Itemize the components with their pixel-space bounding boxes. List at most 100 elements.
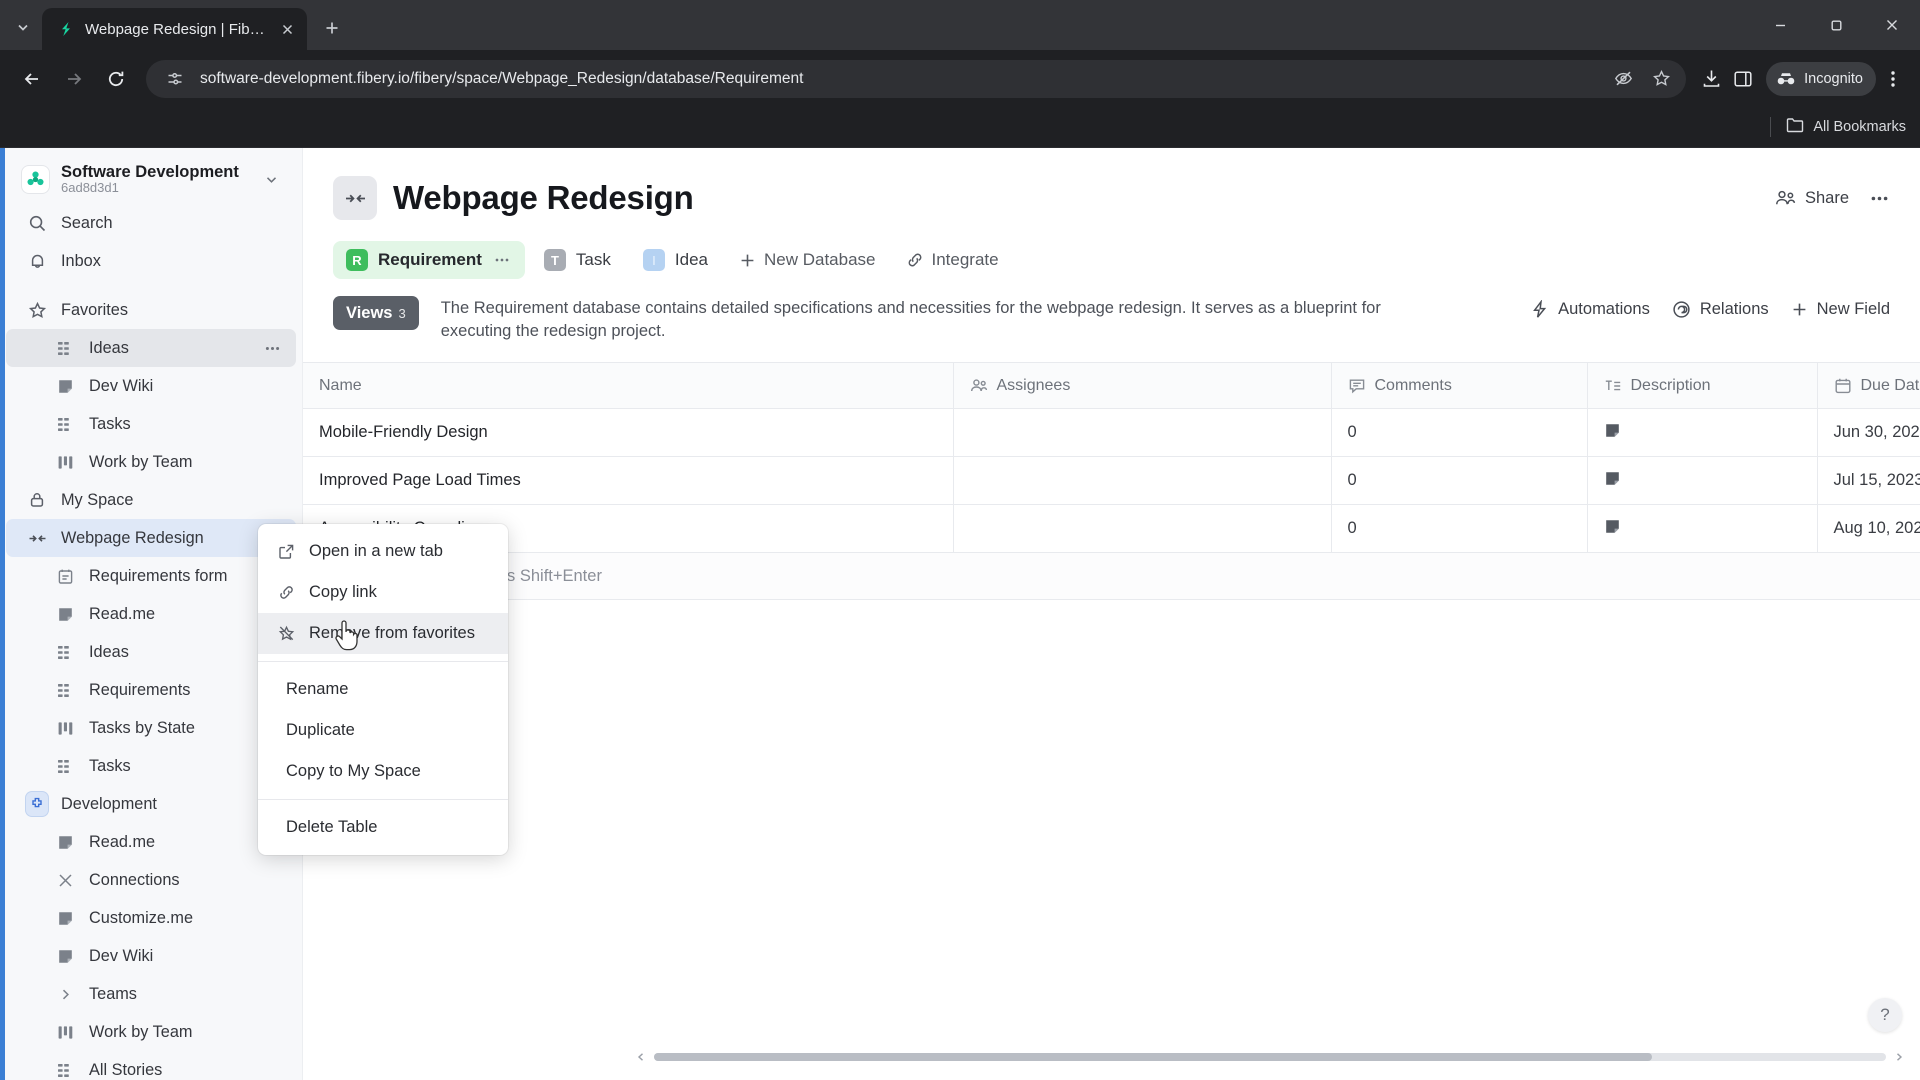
scroll-left-icon[interactable]	[634, 1050, 648, 1064]
relations-button[interactable]: Relations	[1672, 300, 1769, 319]
bookmark-star-icon[interactable]	[1646, 64, 1676, 94]
chevron-down-icon[interactable]	[260, 172, 282, 187]
forward-icon[interactable]	[54, 59, 94, 99]
sidebar-item-readme-webpage[interactable]: Read.me	[6, 595, 296, 633]
table-row[interactable]: Accessibility Compliance 0 Aug 10, 2023 …	[303, 504, 1920, 553]
help-button[interactable]: ?	[1868, 998, 1902, 1032]
context-menu-copy-link[interactable]: Copy link	[258, 572, 508, 613]
context-menu-label: Delete Table	[286, 818, 378, 836]
comment-icon	[1349, 379, 1364, 393]
sidebar-space-development[interactable]: Development	[6, 785, 296, 823]
sidebar-item-ideas-favorite[interactable]: Ideas	[6, 329, 296, 367]
new-database-button[interactable]: New Database	[727, 241, 888, 279]
document-icon	[54, 948, 76, 965]
sidebar-item-search[interactable]: Search	[6, 204, 296, 242]
sidebar-item-customize-me[interactable]: Customize.me	[6, 899, 296, 937]
context-menu-copy-to-my-space[interactable]: Copy to My Space	[258, 751, 508, 792]
horizontal-scrollbar[interactable]	[620, 1050, 1920, 1064]
cell-assignees[interactable]	[953, 504, 1332, 553]
scroll-right-icon[interactable]	[1892, 1050, 1906, 1064]
side-panel-icon[interactable]	[1728, 64, 1758, 94]
site-settings-icon[interactable]	[160, 64, 190, 94]
close-icon[interactable]	[275, 17, 299, 41]
cell-comments[interactable]: 0	[1331, 408, 1588, 457]
cell-description[interactable]	[1587, 408, 1818, 457]
minimize-icon[interactable]	[1752, 0, 1808, 50]
tab-more-icon[interactable]	[492, 252, 512, 268]
window-close-icon[interactable]	[1864, 0, 1920, 50]
context-menu-delete-table[interactable]: Delete Table	[258, 807, 508, 848]
sidebar-item-requirements[interactable]: Requirements	[6, 671, 296, 709]
scrollbar-thumb[interactable]	[654, 1053, 1652, 1061]
cell-due-date[interactable]: Jun 30, 2023	[1817, 408, 1920, 457]
back-icon[interactable]	[12, 59, 52, 99]
sidebar-item-ideas-webpage[interactable]: Ideas	[6, 633, 296, 671]
column-header-assignees[interactable]: Assignees	[953, 362, 1332, 409]
sidebar-item-requirements-form[interactable]: Requirements form	[6, 557, 296, 595]
sidebar-item-my-space[interactable]: My Space	[6, 481, 296, 519]
tab-idea[interactable]: I Idea	[630, 241, 721, 279]
column-header-description[interactable]: Description	[1587, 362, 1818, 409]
address-bar[interactable]: software-development.fibery.io/fibery/sp…	[146, 59, 1687, 98]
column-header-name[interactable]: Name	[303, 362, 954, 409]
cell-name[interactable]: Mobile-Friendly Design	[303, 408, 954, 457]
scrollbar-track[interactable]	[654, 1053, 1886, 1061]
cell-comments[interactable]: 0	[1331, 456, 1588, 505]
new-tab-button[interactable]	[315, 11, 349, 45]
bookmarks-divider	[1770, 117, 1772, 137]
tab-task[interactable]: T Task	[531, 241, 624, 279]
browser-menu-icon[interactable]	[1878, 64, 1908, 94]
tab-requirement[interactable]: R Requirement	[333, 241, 525, 279]
table-row[interactable]: Mobile-Friendly Design 0 Jun 30, 2023 Im…	[303, 408, 1920, 457]
sidebar-item-label: All Stories	[89, 1060, 163, 1079]
sidebar-item-inbox[interactable]: Inbox	[6, 242, 296, 280]
context-menu-duplicate[interactable]: Duplicate	[258, 710, 508, 751]
tab-search-icon[interactable]	[6, 10, 40, 44]
column-header-due-date[interactable]: Due Date	[1817, 362, 1920, 409]
new-row-band[interactable]: To create a new row, press Shift+Enter	[303, 553, 1920, 600]
sidebar-item-dev-wiki-development[interactable]: Dev Wiki	[6, 937, 296, 975]
all-bookmarks-label[interactable]: All Bookmarks	[1813, 119, 1906, 135]
sidebar-item-teams[interactable]: Teams	[6, 975, 296, 1013]
column-header-comments[interactable]: Comments	[1331, 362, 1588, 409]
context-menu-remove-from-favorites[interactable]: Remove from favorites	[258, 613, 508, 654]
context-menu-open-in-new-tab[interactable]: Open in a new tab	[258, 531, 508, 572]
downloads-icon[interactable]	[1696, 64, 1726, 94]
reload-icon[interactable]	[96, 59, 136, 99]
cell-description[interactable]	[1587, 456, 1818, 505]
views-button[interactable]: Views 3	[333, 296, 419, 330]
maximize-icon[interactable]	[1808, 0, 1864, 50]
sidebar-item-label: Requirements form	[89, 566, 228, 585]
cell-assignees[interactable]	[953, 456, 1332, 505]
page-more-button[interactable]	[1869, 188, 1890, 209]
sidebar-item-tasks-webpage[interactable]: Tasks	[6, 747, 296, 785]
sidebar-item-all-stories[interactable]: All Stories	[6, 1051, 296, 1080]
incognito-label: Incognito	[1804, 70, 1863, 87]
incognito-indicator[interactable]: Incognito	[1766, 61, 1876, 96]
sidebar-space-webpage-redesign[interactable]: Webpage Redesign	[6, 519, 296, 557]
cell-description[interactable]	[1587, 504, 1818, 553]
sidebar-section-favorites[interactable]: Favorites	[6, 291, 296, 329]
context-menu-rename[interactable]: Rename	[258, 669, 508, 710]
sidebar-item-work-by-team-development[interactable]: Work by Team	[6, 1013, 296, 1051]
cell-comments[interactable]: 0	[1331, 504, 1588, 553]
new-field-button[interactable]: New Field	[1791, 300, 1890, 319]
browser-tab[interactable]: Webpage Redesign | Fibery	[42, 8, 307, 50]
sidebar-item-dev-wiki-favorite[interactable]: Dev Wiki	[6, 367, 296, 405]
cell-name[interactable]: Improved Page Load Times	[303, 456, 954, 505]
table-row[interactable]: Improved Page Load Times 0 Jul 15, 2023 …	[303, 456, 1920, 505]
automations-button[interactable]: Automations	[1530, 300, 1650, 319]
sidebar-item-work-by-team-favorite[interactable]: Work by Team	[6, 443, 296, 481]
sidebar-item-more-icon[interactable]	[260, 336, 284, 360]
tracking-protection-icon[interactable]	[1608, 64, 1638, 94]
sidebar-item-tasks-by-state[interactable]: Tasks by State	[6, 709, 296, 747]
sidebar-item-connections[interactable]: Connections	[6, 861, 296, 899]
cell-due-date[interactable]: Aug 10, 2023	[1817, 504, 1920, 553]
cell-assignees[interactable]	[953, 408, 1332, 457]
cell-due-date[interactable]: Jul 15, 2023	[1817, 456, 1920, 505]
share-button[interactable]: Share	[1775, 188, 1849, 209]
workspace-switcher[interactable]: Software Development 6ad8d3d1	[6, 155, 296, 204]
sidebar-item-tasks-favorite[interactable]: Tasks	[6, 405, 296, 443]
integrate-button[interactable]: Integrate	[894, 241, 1011, 279]
sidebar-item-readme-development[interactable]: Read.me	[6, 823, 296, 861]
